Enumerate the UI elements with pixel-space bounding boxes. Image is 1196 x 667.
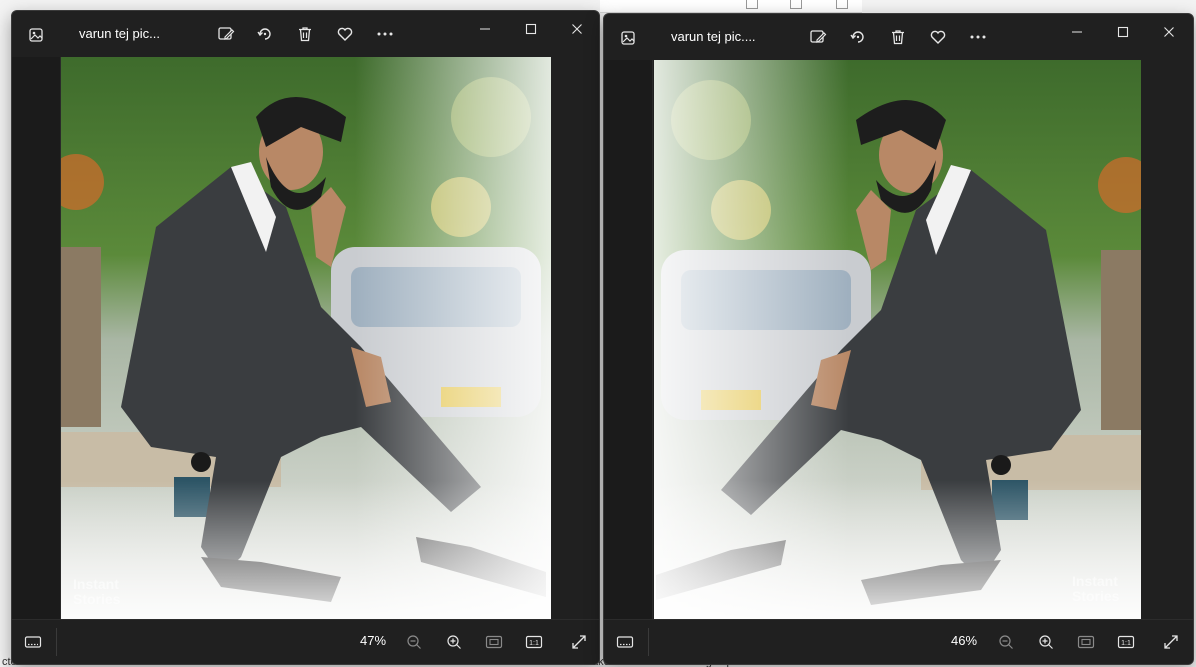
fullscreen-button[interactable]: [566, 630, 592, 654]
svg-text:1:1: 1:1: [529, 640, 539, 647]
zoom-out-button[interactable]: [993, 630, 1019, 654]
zoom-in-button[interactable]: [1033, 630, 1059, 654]
photos-window-right[interactable]: varun tej pic.... Instant Stories 46% 1:…: [603, 13, 1194, 665]
zoom-out-icon: [407, 635, 421, 649]
photo-image: [654, 60, 1141, 620]
actual-size-button[interactable]: 1:1: [521, 630, 547, 654]
fit-to-window-button[interactable]: [1073, 630, 1099, 654]
actual-size-icon: 1:1: [525, 635, 543, 649]
rotate-icon: [257, 28, 271, 40]
watermark: Instant Stories: [73, 577, 120, 607]
heart-icon: [337, 27, 353, 41]
bottom-toolbar: 46% 1:1: [604, 619, 1193, 664]
close-icon: [572, 24, 582, 34]
bg-maximize-icon: [790, 0, 802, 9]
more-options-button[interactable]: [966, 25, 990, 49]
close-button[interactable]: [564, 17, 590, 41]
rotate-button[interactable]: [846, 25, 870, 49]
actual-size-icon: 1:1: [1117, 635, 1135, 649]
edit-image-button[interactable]: [214, 22, 238, 46]
photo-viewport[interactable]: Instant Stories: [654, 60, 1141, 620]
close-icon: [1164, 27, 1174, 37]
filmstrip-button[interactable]: [20, 630, 46, 654]
trash-icon: [892, 30, 904, 45]
side-column: [604, 60, 653, 620]
maximize-button[interactable]: [518, 17, 544, 41]
maximize-icon: [525, 23, 537, 35]
title-bar[interactable]: varun tej pic....: [604, 14, 1193, 60]
zoom-level[interactable]: 46%: [951, 633, 977, 648]
fullscreen-icon: [572, 635, 586, 649]
fit-to-window-icon: [485, 635, 503, 649]
rotate-icon: [850, 31, 864, 43]
heart-icon: [930, 30, 946, 44]
filmstrip-icon: [616, 636, 634, 648]
bg-close-icon: [836, 0, 848, 9]
delete-button[interactable]: [886, 25, 910, 49]
more-options-icon: [970, 35, 986, 39]
fullscreen-icon: [1164, 635, 1178, 649]
edit-image-button[interactable]: [806, 25, 830, 49]
actual-size-button[interactable]: 1:1: [1113, 630, 1139, 654]
background-window-titlebar: [600, 0, 862, 13]
zoom-out-button[interactable]: [401, 630, 427, 654]
minimize-icon: [1072, 31, 1082, 33]
separator: [648, 628, 649, 656]
filmstrip-icon: [24, 636, 42, 648]
watermark-line-1: Instant: [1072, 573, 1118, 589]
zoom-in-icon: [447, 635, 461, 649]
window-title: varun tej pic...: [79, 26, 160, 41]
minimize-icon: [480, 28, 490, 30]
bg-minimize-icon: [746, 0, 758, 9]
maximize-button[interactable]: [1110, 20, 1136, 44]
favorite-button[interactable]: [926, 25, 950, 49]
photo-image: [61, 57, 551, 622]
photo-viewport[interactable]: Instant Stories: [61, 57, 551, 622]
minimize-button[interactable]: [472, 17, 498, 41]
zoom-level[interactable]: 47%: [360, 633, 386, 648]
watermark-line-1: Instant: [73, 576, 119, 592]
maximize-icon: [1117, 26, 1129, 38]
close-button[interactable]: [1156, 20, 1182, 44]
more-options-button[interactable]: [373, 22, 397, 46]
window-title: varun tej pic....: [671, 29, 756, 44]
title-bar[interactable]: varun tej pic...: [12, 11, 599, 57]
side-column: [12, 57, 61, 620]
minimize-button[interactable]: [1064, 20, 1090, 44]
trash-icon: [299, 27, 311, 42]
photo-app-icon: [614, 24, 642, 52]
zoom-out-icon: [999, 635, 1013, 649]
watermark-line-2: Stories: [73, 591, 121, 607]
watermark: Instant Stories: [1072, 574, 1119, 604]
edit-image-icon: [810, 30, 827, 43]
rotate-button[interactable]: [253, 22, 277, 46]
svg-text:1:1: 1:1: [1121, 640, 1131, 647]
photos-window-left[interactable]: varun tej pic... Instant Stories 47% 1:1: [11, 10, 600, 665]
separator: [56, 628, 57, 656]
watermark-line-2: Stories: [1072, 588, 1120, 604]
favorite-button[interactable]: [333, 22, 357, 46]
fit-to-window-button[interactable]: [481, 630, 507, 654]
filmstrip-button[interactable]: [612, 630, 638, 654]
photo-app-icon: [22, 21, 50, 49]
bottom-toolbar: 47% 1:1: [12, 619, 599, 664]
fullscreen-button[interactable]: [1158, 630, 1184, 654]
edit-image-icon: [218, 27, 235, 40]
fit-to-window-icon: [1077, 635, 1095, 649]
more-options-icon: [377, 32, 393, 36]
zoom-in-button[interactable]: [441, 630, 467, 654]
zoom-in-icon: [1039, 635, 1053, 649]
delete-button[interactable]: [293, 22, 317, 46]
